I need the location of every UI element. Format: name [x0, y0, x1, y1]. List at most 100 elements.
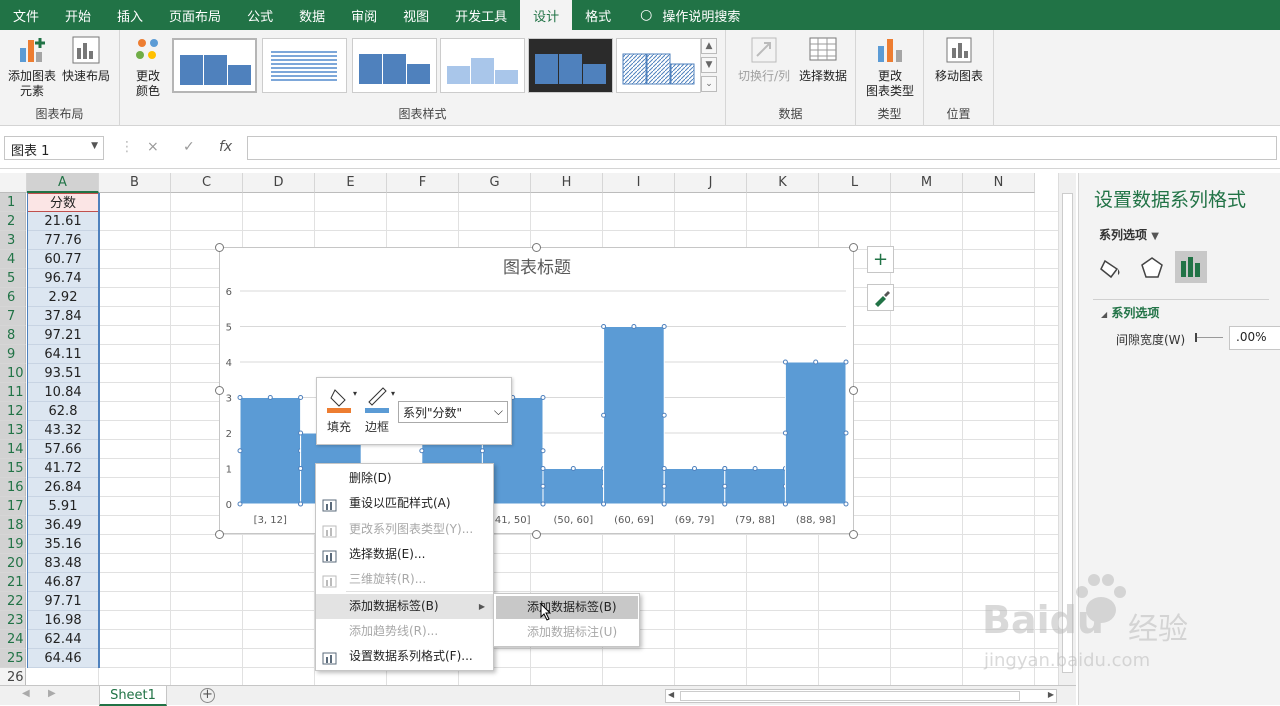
submenu-item-0[interactable]: 添加数据标签(B): [496, 596, 638, 619]
column-header-A[interactable]: A: [27, 173, 99, 193]
scroll-right-icon[interactable]: ▶: [48, 688, 56, 699]
cell-A8[interactable]: 97.21: [27, 326, 99, 345]
switch-row-column-button[interactable]: 切换行/列: [734, 34, 794, 84]
tab-5[interactable]: 数据: [286, 0, 338, 30]
chart-bar[interactable]: [603, 326, 665, 505]
context-menu-item-3[interactable]: 选择数据(E)...: [316, 542, 493, 567]
cell-A19[interactable]: 35.16: [27, 535, 99, 554]
fill-button[interactable]: ▾: [327, 384, 357, 414]
gap-width-slider[interactable]: [1195, 337, 1223, 338]
column-header-G[interactable]: G: [459, 173, 531, 193]
cell-A21[interactable]: 46.87: [27, 573, 99, 592]
column-header-J[interactable]: J: [675, 173, 747, 193]
column-header-F[interactable]: F: [387, 173, 459, 193]
cell-A12[interactable]: 62.8: [27, 402, 99, 421]
chart-elements-button[interactable]: +: [867, 246, 894, 273]
tab-2[interactable]: 插入: [104, 0, 156, 30]
cell-A2[interactable]: 21.61: [27, 212, 99, 231]
context-menu-item-5[interactable]: 添加数据标签(B) ▶: [316, 594, 493, 619]
column-header-M[interactable]: M: [891, 173, 963, 193]
cell-A17[interactable]: 5.91: [27, 497, 99, 516]
column-header-C[interactable]: C: [171, 173, 243, 193]
cell-A10[interactable]: 93.51: [27, 364, 99, 383]
row-header-14[interactable]: 14: [0, 440, 26, 459]
row-header-4[interactable]: 4: [0, 250, 26, 269]
scroll-left-arrow-icon[interactable]: ◀: [668, 690, 674, 699]
row-header-18[interactable]: 18: [0, 516, 26, 535]
row-header-15[interactable]: 15: [0, 459, 26, 478]
move-chart-button[interactable]: 移动图表: [930, 34, 988, 84]
row-header-17[interactable]: 17: [0, 497, 26, 516]
context-menu-item-6[interactable]: 添加趋势线(R)...: [316, 619, 493, 644]
add-chart-element-button[interactable]: 添加图表 元素: [4, 34, 60, 99]
row-header-24[interactable]: 24: [0, 630, 26, 649]
cell-A6[interactable]: 2.92: [27, 288, 99, 307]
cell-A9[interactable]: 64.11: [27, 345, 99, 364]
tab-6[interactable]: 审阅: [338, 0, 390, 30]
chart-style-3[interactable]: [352, 38, 437, 93]
cell-A22[interactable]: 97.71: [27, 592, 99, 611]
chart-resize-handle[interactable]: [215, 386, 224, 395]
chart-resize-handle[interactable]: [849, 530, 858, 539]
row-header-9[interactable]: 9: [0, 345, 26, 364]
context-menu-item-2[interactable]: 更改系列图表类型(Y)...: [316, 517, 493, 542]
row-header-26[interactable]: 26: [0, 668, 26, 685]
row-header-19[interactable]: 19: [0, 535, 26, 554]
tab-0[interactable]: 文件: [0, 0, 52, 30]
sheet-tab-sheet1[interactable]: Sheet1: [99, 686, 167, 706]
row-header-7[interactable]: 7: [0, 307, 26, 326]
chart-bar[interactable]: [784, 361, 847, 505]
fill-line-tab[interactable]: [1097, 253, 1127, 283]
tab-3[interactable]: 页面布局: [156, 0, 234, 30]
cell-A3[interactable]: 77.76: [27, 231, 99, 250]
cancel-icon[interactable]: ×: [147, 139, 159, 155]
column-header-L[interactable]: L: [819, 173, 891, 193]
row-header-12[interactable]: 12: [0, 402, 26, 421]
effects-tab[interactable]: [1137, 253, 1167, 283]
select-all-corner[interactable]: [0, 173, 27, 193]
chart-styles-button[interactable]: [867, 284, 894, 311]
gallery-up-icon[interactable]: ▲: [701, 38, 717, 54]
cell-A14[interactable]: 57.66: [27, 440, 99, 459]
tab-9[interactable]: 设计: [520, 0, 573, 30]
row-header-21[interactable]: 21: [0, 573, 26, 592]
chart-resize-handle[interactable]: [532, 530, 541, 539]
chart-style-2[interactable]: [262, 38, 347, 93]
gallery-down-icon[interactable]: ▼: [701, 57, 717, 73]
series-options-tab[interactable]: [1175, 251, 1207, 283]
row-header-25[interactable]: 25: [0, 649, 26, 668]
series-options-dropdown[interactable]: 系列选项 ▼: [1099, 226, 1159, 243]
cell-A15[interactable]: 41.72: [27, 459, 99, 478]
row-header-10[interactable]: 10: [0, 364, 26, 383]
series-select[interactable]: 系列"分数" ⌵: [398, 401, 508, 423]
cell-A11[interactable]: 10.84: [27, 383, 99, 402]
column-header-D[interactable]: D: [243, 173, 315, 193]
chart-resize-handle[interactable]: [532, 243, 541, 252]
chart-style-4[interactable]: [440, 38, 525, 93]
horizontal-scrollbar[interactable]: ◀ ▶: [665, 689, 1057, 703]
row-header-2[interactable]: 2: [0, 212, 26, 231]
chart-resize-handle[interactable]: [849, 243, 858, 252]
change-colors-button[interactable]: 更改 颜色: [126, 34, 170, 99]
context-menu-item-1[interactable]: 重设以匹配样式(A): [316, 491, 493, 516]
chart-bar[interactable]: [724, 468, 786, 505]
row-header-20[interactable]: 20: [0, 554, 26, 573]
add-sheet-icon[interactable]: +: [200, 688, 215, 703]
cell-A1[interactable]: 分数: [27, 193, 99, 212]
series-options-section[interactable]: ◢ 系列选项: [1101, 304, 1159, 321]
outline-button[interactable]: ▾: [365, 384, 397, 414]
change-chart-type-button[interactable]: 更改 图表类型: [862, 34, 918, 99]
chart-bar[interactable]: [663, 468, 726, 505]
cell-A13[interactable]: 43.32: [27, 421, 99, 440]
row-header-13[interactable]: 13: [0, 421, 26, 440]
chart-resize-handle[interactable]: [215, 243, 224, 252]
context-menu-item-7[interactable]: 设置数据系列格式(F)...: [316, 644, 493, 669]
cell-A16[interactable]: 26.84: [27, 478, 99, 497]
formula-input[interactable]: [247, 136, 1277, 160]
column-header-B[interactable]: B: [99, 173, 171, 193]
submenu-item-1[interactable]: 添加数据标注(U): [496, 621, 638, 644]
cell-A23[interactable]: 16.98: [27, 611, 99, 630]
row-header-3[interactable]: 3: [0, 231, 26, 250]
gap-width-slider-thumb[interactable]: [1195, 333, 1197, 342]
chart-style-6[interactable]: [616, 38, 701, 93]
